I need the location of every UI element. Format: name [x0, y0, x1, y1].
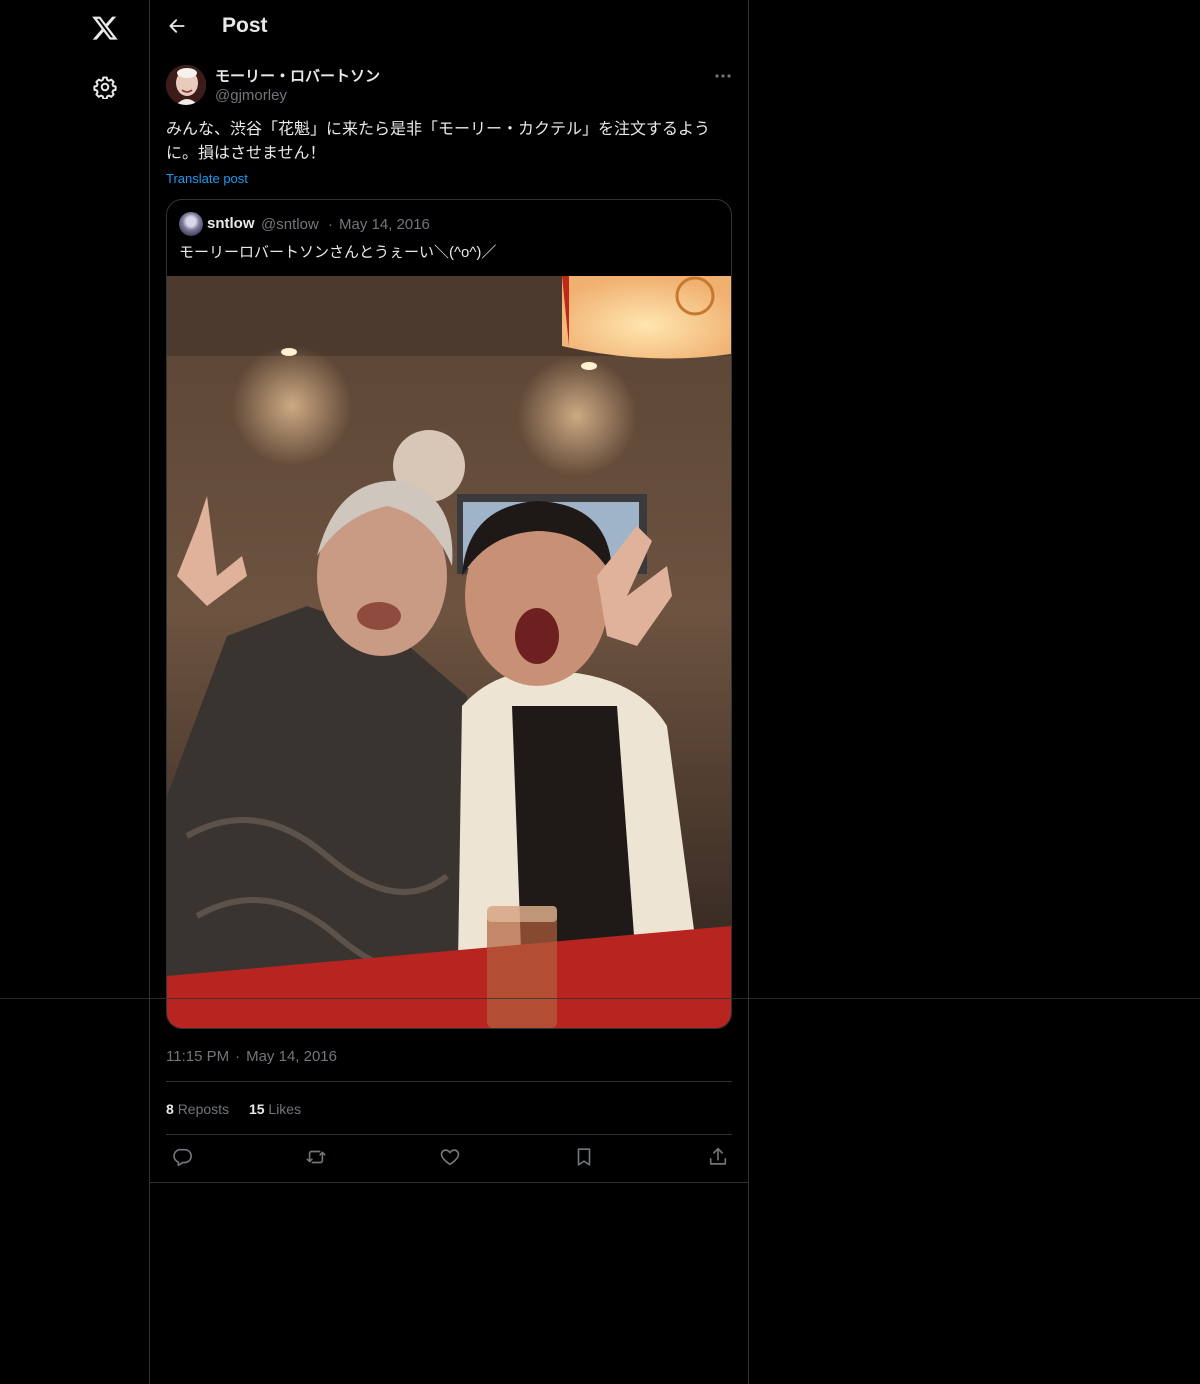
x-logo-icon[interactable]	[91, 14, 119, 42]
page-title: Post	[222, 14, 268, 37]
post-time: 11:15 PM	[166, 1048, 230, 1065]
author-avatar[interactable]	[166, 65, 206, 105]
translate-post-link[interactable]: Translate post	[166, 171, 248, 186]
main-column: Post モーリー・ロバートソン @gjmorley みんな、渋谷「花魁」に来た…	[149, 0, 749, 1384]
post-timestamp[interactable]: 11:15 PM · May 14, 2016	[166, 1048, 337, 1065]
divider	[166, 1081, 732, 1082]
gear-icon[interactable]	[93, 75, 117, 99]
reply-icon[interactable]	[171, 1146, 193, 1168]
left-rail	[0, 0, 149, 1384]
arrow-left-icon[interactable]	[167, 16, 187, 36]
likes-stat[interactable]: 15 Likes	[249, 1101, 301, 1117]
bookmark-icon[interactable]	[573, 1146, 595, 1168]
author-handle[interactable]: @gjmorley	[215, 87, 287, 104]
quoted-post[interactable]: sntlow @sntlow · May 14, 2016 モーリーロバートソン…	[166, 199, 732, 1029]
quoted-photo[interactable]	[167, 276, 731, 1028]
heart-icon[interactable]	[439, 1146, 461, 1168]
quoted-author-name: sntlow	[207, 215, 255, 232]
quoted-text: モーリーロバートソンさんとうぇーい＼(^o^)／	[179, 244, 497, 261]
timestamp-separator: ·	[235, 1048, 241, 1065]
post-text: みんな、渋谷「花魁」に来たら是非「モーリー・カクテル」を注文するように。損はさせ…	[166, 121, 711, 162]
top-bar: Post	[150, 0, 748, 54]
share-icon[interactable]	[707, 1146, 729, 1168]
post-stats: 8 Reposts 15 Likes	[166, 1101, 317, 1117]
reposts-stat[interactable]: 8 Reposts	[166, 1101, 229, 1117]
repost-icon[interactable]	[305, 1146, 327, 1168]
reposts-label: Reposts	[177, 1101, 230, 1117]
quoted-date: May 14, 2016	[339, 216, 430, 233]
quoted-avatar[interactable]	[179, 212, 203, 236]
likes-count: 15	[248, 1101, 265, 1117]
post-date: May 14, 2016	[246, 1048, 337, 1065]
avatar-image	[166, 65, 206, 105]
quoted-author-handle: @sntlow	[261, 216, 319, 233]
author-name[interactable]: モーリー・ロバートソン	[215, 65, 380, 86]
viewport-guide-line	[0, 998, 1200, 999]
divider	[166, 1134, 732, 1135]
quoted-separator: ·	[328, 216, 333, 233]
reposts-count: 8	[166, 1101, 174, 1117]
action-bar	[150, 1146, 748, 1174]
divider	[150, 1182, 748, 1183]
more-dots-icon[interactable]	[713, 66, 733, 86]
likes-label: Likes	[268, 1101, 302, 1117]
